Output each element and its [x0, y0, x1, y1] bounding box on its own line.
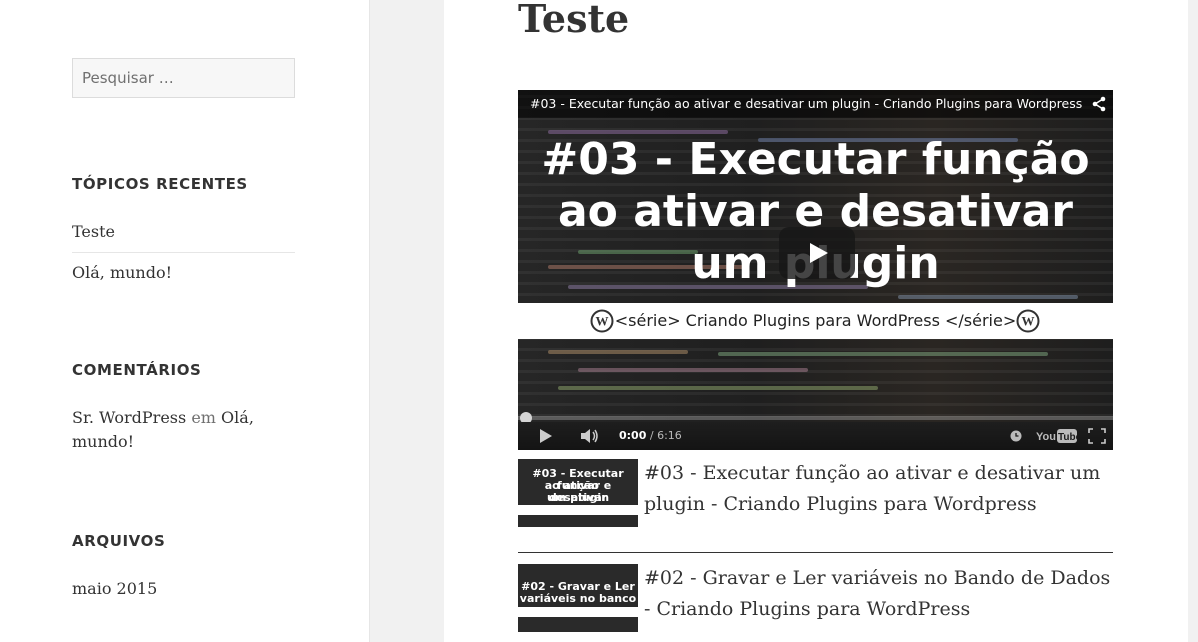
video-thumbnail[interactable]: #03 - Executar função ao ativar e desati…: [518, 459, 638, 527]
svg-text:You: You: [1036, 431, 1056, 443]
series-text: <série> Criando Plugins para WordPress <…: [614, 311, 1017, 330]
comment-author-link[interactable]: Sr. WordPress: [72, 408, 186, 427]
playlist-item-title[interactable]: #03 - Executar função ao ativar e desati…: [644, 458, 1114, 520]
comment-post-link[interactable]: Olá,: [221, 408, 254, 427]
thumbnail-series-band: [518, 607, 638, 617]
svg-text:Tube: Tube: [1058, 432, 1078, 443]
video-title[interactable]: #03 - Executar função ao ativar e desati…: [518, 90, 1113, 118]
svg-text:W: W: [596, 314, 609, 329]
playlist-separator: [518, 552, 1113, 553]
time-display: 0:00 / 6:16: [619, 429, 682, 442]
series-banner: W <série> Criando Plugins para WordPress…: [518, 303, 1113, 339]
thumbnail-text: variáveis no banco: [519, 592, 637, 605]
recent-post-link[interactable]: Teste: [72, 222, 295, 241]
thumbnail-series-band: [518, 505, 638, 515]
search-input[interactable]: Pesquisar …: [72, 58, 295, 98]
play-icon[interactable]: [538, 427, 554, 445]
volume-icon[interactable]: [580, 427, 600, 445]
archives-title: ARQUIVOS: [72, 532, 166, 550]
recent-posts-title: TÓPICOS RECENTES: [72, 175, 248, 193]
player-controls: 0:00 / 6:16 You Tube: [518, 422, 1113, 450]
progress-bar[interactable]: [518, 416, 1113, 420]
wordpress-logo: W: [590, 309, 614, 333]
playlist-item-title[interactable]: #02 - Gravar e Ler variáveis no Bando de…: [644, 563, 1114, 625]
youtube-logo[interactable]: You Tube: [1036, 428, 1078, 444]
thumbnail-text: um plugin: [546, 491, 610, 504]
divider: [72, 252, 295, 253]
page-title: Teste: [518, 0, 630, 41]
video-player[interactable]: #03 - Executar função ao ativar e desati…: [518, 90, 1113, 450]
thumbnail-title-line: #03 - Executar função: [541, 134, 1090, 185]
comment-post-link-continued[interactable]: mundo!: [72, 430, 302, 454]
svg-text:W: W: [1022, 314, 1035, 329]
wordpress-logo: W: [1016, 309, 1040, 333]
comment-connector: em: [191, 408, 216, 427]
clock-icon[interactable]: [1010, 430, 1022, 442]
video-thumbnail[interactable]: #02 - Gravar e Ler variáveis no banco: [518, 564, 638, 632]
archive-link[interactable]: maio 2015: [72, 579, 295, 598]
share-icon[interactable]: [1091, 96, 1107, 112]
play-button[interactable]: [779, 227, 855, 279]
sidebar: Pesquisar … TÓPICOS RECENTES Teste Olá, …: [0, 0, 370, 642]
comments-title: COMENTÁRIOS: [72, 361, 202, 379]
recent-comment: Sr. WordPress em Olá,: [72, 406, 302, 430]
fullscreen-icon[interactable]: [1088, 428, 1106, 444]
recent-post-link[interactable]: Olá, mundo!: [72, 263, 295, 282]
